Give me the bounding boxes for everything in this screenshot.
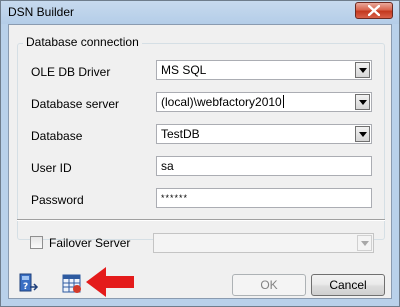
chevron-down-icon [358, 131, 367, 137]
user-id-label: User ID [31, 161, 72, 175]
help-connection-icon: ? [19, 273, 39, 292]
red-arrow-annotation [86, 267, 134, 297]
server-combo[interactable]: (local)\webfactory2010 [156, 92, 372, 112]
help-connection-button[interactable]: ? [17, 272, 39, 294]
window-title: DSN Builder [8, 5, 75, 19]
database-label: Database [31, 129, 83, 143]
close-icon [368, 5, 380, 16]
driver-value: MS SQL [161, 63, 207, 77]
server-value: (local)\webfactory2010 [161, 95, 284, 109]
divider [17, 219, 385, 221]
database-grid-button[interactable] [61, 273, 83, 295]
database-select[interactable]: TestDB [156, 124, 372, 144]
group-legend: Database connection [23, 35, 142, 49]
database-value: TestDB [161, 127, 200, 141]
password-label: Password [31, 193, 84, 207]
chevron-down-icon [358, 99, 367, 105]
chevron-down-icon [358, 67, 367, 73]
database-grid-icon [62, 274, 81, 293]
failover-checkbox[interactable] [30, 236, 43, 249]
dialog-body: Database connection OLE DB Driver MS SQL… [8, 24, 392, 299]
close-button[interactable] [355, 2, 393, 19]
title-bar[interactable]: DSN Builder [1, 1, 399, 24]
driver-label: OLE DB Driver [31, 65, 111, 79]
failover-dropdown-button[interactable] [357, 235, 372, 251]
server-label: Database server [31, 97, 120, 111]
password-input[interactable]: ****** [156, 188, 372, 208]
text-caret [282, 95, 284, 108]
cancel-button[interactable]: Cancel [311, 274, 385, 296]
ok-button[interactable]: OK [232, 274, 306, 296]
failover-label[interactable]: Failover Server [49, 236, 130, 250]
database-dropdown-button[interactable] [355, 126, 370, 142]
chevron-down-icon [360, 240, 369, 246]
svg-text:?: ? [23, 282, 28, 292]
server-dropdown-button[interactable] [355, 94, 370, 110]
driver-dropdown-button[interactable] [355, 62, 370, 78]
failover-server-select[interactable] [153, 233, 374, 253]
dsn-builder-window: DSN Builder Database connection OLE DB D… [0, 0, 400, 307]
driver-select[interactable]: MS SQL [156, 60, 372, 80]
user-id-input[interactable]: sa [156, 156, 372, 176]
